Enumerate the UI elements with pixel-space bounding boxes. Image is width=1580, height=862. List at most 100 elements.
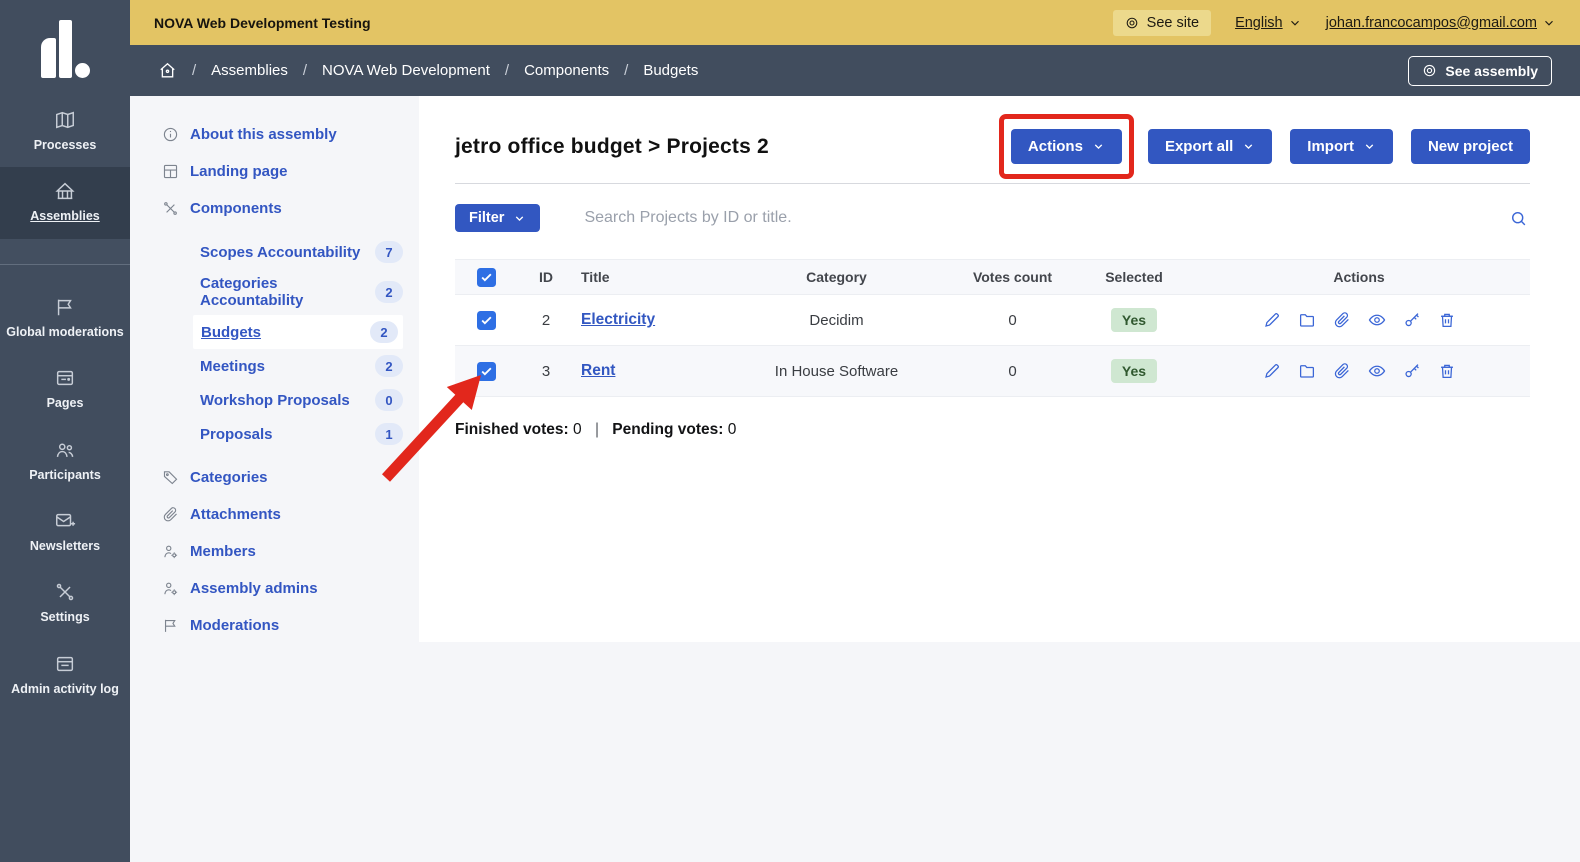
component-label: Budgets bbox=[201, 324, 261, 341]
actions-button[interactable]: Actions bbox=[1011, 129, 1122, 164]
sidebar-item-settings[interactable]: Settings bbox=[0, 568, 130, 639]
search-icon[interactable] bbox=[1507, 207, 1530, 230]
delete-icon[interactable] bbox=[1438, 311, 1456, 329]
component-item-scopes-accountability[interactable]: Scopes Accountability 7 bbox=[200, 235, 403, 269]
menu-item-label: Assembly admins bbox=[190, 580, 318, 597]
breadcrumb-separator: / bbox=[303, 62, 307, 79]
row-checkbox[interactable] bbox=[477, 311, 496, 330]
component-label: Meetings bbox=[200, 358, 265, 375]
menu-item-landing-page[interactable]: Landing page bbox=[162, 153, 419, 190]
breadcrumb-nova-web-development[interactable]: NOVA Web Development bbox=[322, 62, 490, 79]
permissions-key-icon[interactable] bbox=[1403, 311, 1421, 329]
language-dropdown[interactable]: English bbox=[1235, 15, 1302, 31]
breadcrumb-separator: / bbox=[505, 62, 509, 79]
menu-item-label: Components bbox=[190, 200, 282, 217]
user-menu[interactable]: johan.francocampos@gmail.com bbox=[1326, 15, 1556, 31]
count-badge: 2 bbox=[370, 321, 398, 343]
filter-button-label: Filter bbox=[469, 210, 504, 226]
sidebar-item-label: Admin activity log bbox=[11, 682, 119, 696]
org-topbar: NOVA Web Development Testing See site En… bbox=[130, 0, 1580, 45]
column-header-actions: Actions bbox=[1188, 269, 1530, 285]
search-input[interactable] bbox=[584, 209, 1507, 227]
import-button[interactable]: Import bbox=[1290, 129, 1393, 164]
breadcrumb-components[interactable]: Components bbox=[524, 62, 609, 79]
component-item-meetings[interactable]: Meetings 2 bbox=[200, 349, 403, 383]
selected-badge: Yes bbox=[1111, 308, 1157, 332]
user-email: johan.francocampos@gmail.com bbox=[1326, 15, 1537, 31]
project-title-link[interactable]: Electricity bbox=[581, 311, 655, 328]
sidebar-item-processes[interactable]: Processes bbox=[0, 96, 130, 167]
chevron-down-icon bbox=[1288, 16, 1302, 30]
home-icon[interactable] bbox=[158, 61, 177, 80]
sidebar-item-label: Global moderations bbox=[6, 325, 123, 339]
sidebar-item-participants[interactable]: Participants bbox=[0, 426, 130, 497]
folder-icon[interactable] bbox=[1298, 311, 1316, 329]
finished-votes-value: 0 bbox=[573, 421, 582, 438]
project-title-link[interactable]: Rent bbox=[581, 362, 615, 379]
project-id: 2 bbox=[517, 312, 575, 329]
column-header-selected: Selected bbox=[1080, 269, 1188, 285]
decidim-logo bbox=[0, 0, 130, 96]
edit-icon[interactable] bbox=[1263, 311, 1281, 329]
see-site-button[interactable]: See site bbox=[1113, 10, 1211, 36]
component-item-categories-accountability[interactable]: Categories Accountability 2 bbox=[200, 269, 403, 315]
preview-icon[interactable] bbox=[1368, 311, 1386, 329]
project-votes-count: 0 bbox=[945, 363, 1080, 380]
menu-item-components[interactable]: Components bbox=[162, 190, 419, 227]
breadcrumb-budgets[interactable]: Budgets bbox=[643, 62, 698, 79]
org-name: NOVA Web Development Testing bbox=[154, 15, 371, 31]
attachments-icon[interactable] bbox=[1333, 311, 1351, 329]
check-icon bbox=[480, 271, 493, 284]
folder-icon[interactable] bbox=[1298, 362, 1316, 380]
see-site-label: See site bbox=[1147, 15, 1199, 31]
menu-item-label: Moderations bbox=[190, 617, 279, 634]
row-checkbox[interactable] bbox=[477, 362, 496, 381]
paperclip-icon bbox=[162, 506, 179, 523]
component-item-proposals[interactable]: Proposals 1 bbox=[200, 417, 403, 451]
sidebar-item-global-moderations[interactable]: Global moderations bbox=[0, 283, 130, 354]
sidebar-item-admin-activity-log[interactable]: Admin activity log bbox=[0, 640, 130, 711]
component-item-workshop-proposals[interactable]: Workshop Proposals 0 bbox=[200, 383, 403, 417]
component-label: Proposals bbox=[200, 426, 273, 443]
menu-item-attachments[interactable]: Attachments bbox=[162, 496, 419, 533]
count-badge: 7 bbox=[375, 241, 403, 263]
menu-item-label: Members bbox=[190, 543, 256, 560]
user-gear-icon bbox=[162, 580, 179, 597]
menu-item-categories[interactable]: Categories bbox=[162, 459, 419, 496]
logo-shape bbox=[59, 20, 72, 78]
component-item-budgets[interactable]: Budgets 2 bbox=[193, 315, 403, 349]
sidebar-item-pages[interactable]: Pages bbox=[0, 354, 130, 425]
attachments-icon[interactable] bbox=[1333, 362, 1351, 380]
project-id: 3 bbox=[517, 363, 575, 380]
bank-icon bbox=[54, 180, 76, 202]
menu-item-moderations[interactable]: Moderations bbox=[162, 607, 419, 644]
permissions-key-icon[interactable] bbox=[1403, 362, 1421, 380]
new-project-button-label: New project bbox=[1428, 138, 1513, 155]
breadcrumb-assemblies[interactable]: Assemblies bbox=[211, 62, 288, 79]
filter-button[interactable]: Filter bbox=[455, 204, 540, 232]
mail-plus-icon bbox=[54, 510, 76, 532]
edit-icon[interactable] bbox=[1263, 362, 1281, 380]
new-project-button[interactable]: New project bbox=[1411, 129, 1530, 164]
flag-icon bbox=[54, 296, 76, 318]
see-assembly-button[interactable]: See assembly bbox=[1408, 56, 1552, 86]
select-all-checkbox[interactable] bbox=[477, 268, 496, 287]
check-icon bbox=[480, 365, 493, 378]
export-all-button[interactable]: Export all bbox=[1148, 129, 1272, 164]
tag-icon bbox=[162, 469, 179, 486]
sidebar-item-newsletters[interactable]: Newsletters bbox=[0, 497, 130, 568]
project-category: In House Software bbox=[728, 363, 945, 380]
preview-icon[interactable] bbox=[1368, 362, 1386, 380]
breadcrumb: / Assemblies / NOVA Web Development / Co… bbox=[130, 45, 1580, 96]
sidebar-item-assemblies[interactable]: Assemblies bbox=[0, 167, 130, 238]
menu-item-assembly-admins[interactable]: Assembly admins bbox=[162, 570, 419, 607]
export-all-button-label: Export all bbox=[1165, 138, 1233, 155]
map-icon bbox=[54, 109, 76, 131]
admin-sidebar: Processes Assemblies Global moderations … bbox=[0, 0, 130, 862]
delete-icon[interactable] bbox=[1438, 362, 1456, 380]
menu-item-members[interactable]: Members bbox=[162, 533, 419, 570]
menu-item-label: About this assembly bbox=[190, 126, 337, 143]
menu-item-about-assembly[interactable]: About this assembly bbox=[162, 116, 419, 153]
project-votes-count: 0 bbox=[945, 312, 1080, 329]
logo-shape bbox=[41, 38, 56, 78]
